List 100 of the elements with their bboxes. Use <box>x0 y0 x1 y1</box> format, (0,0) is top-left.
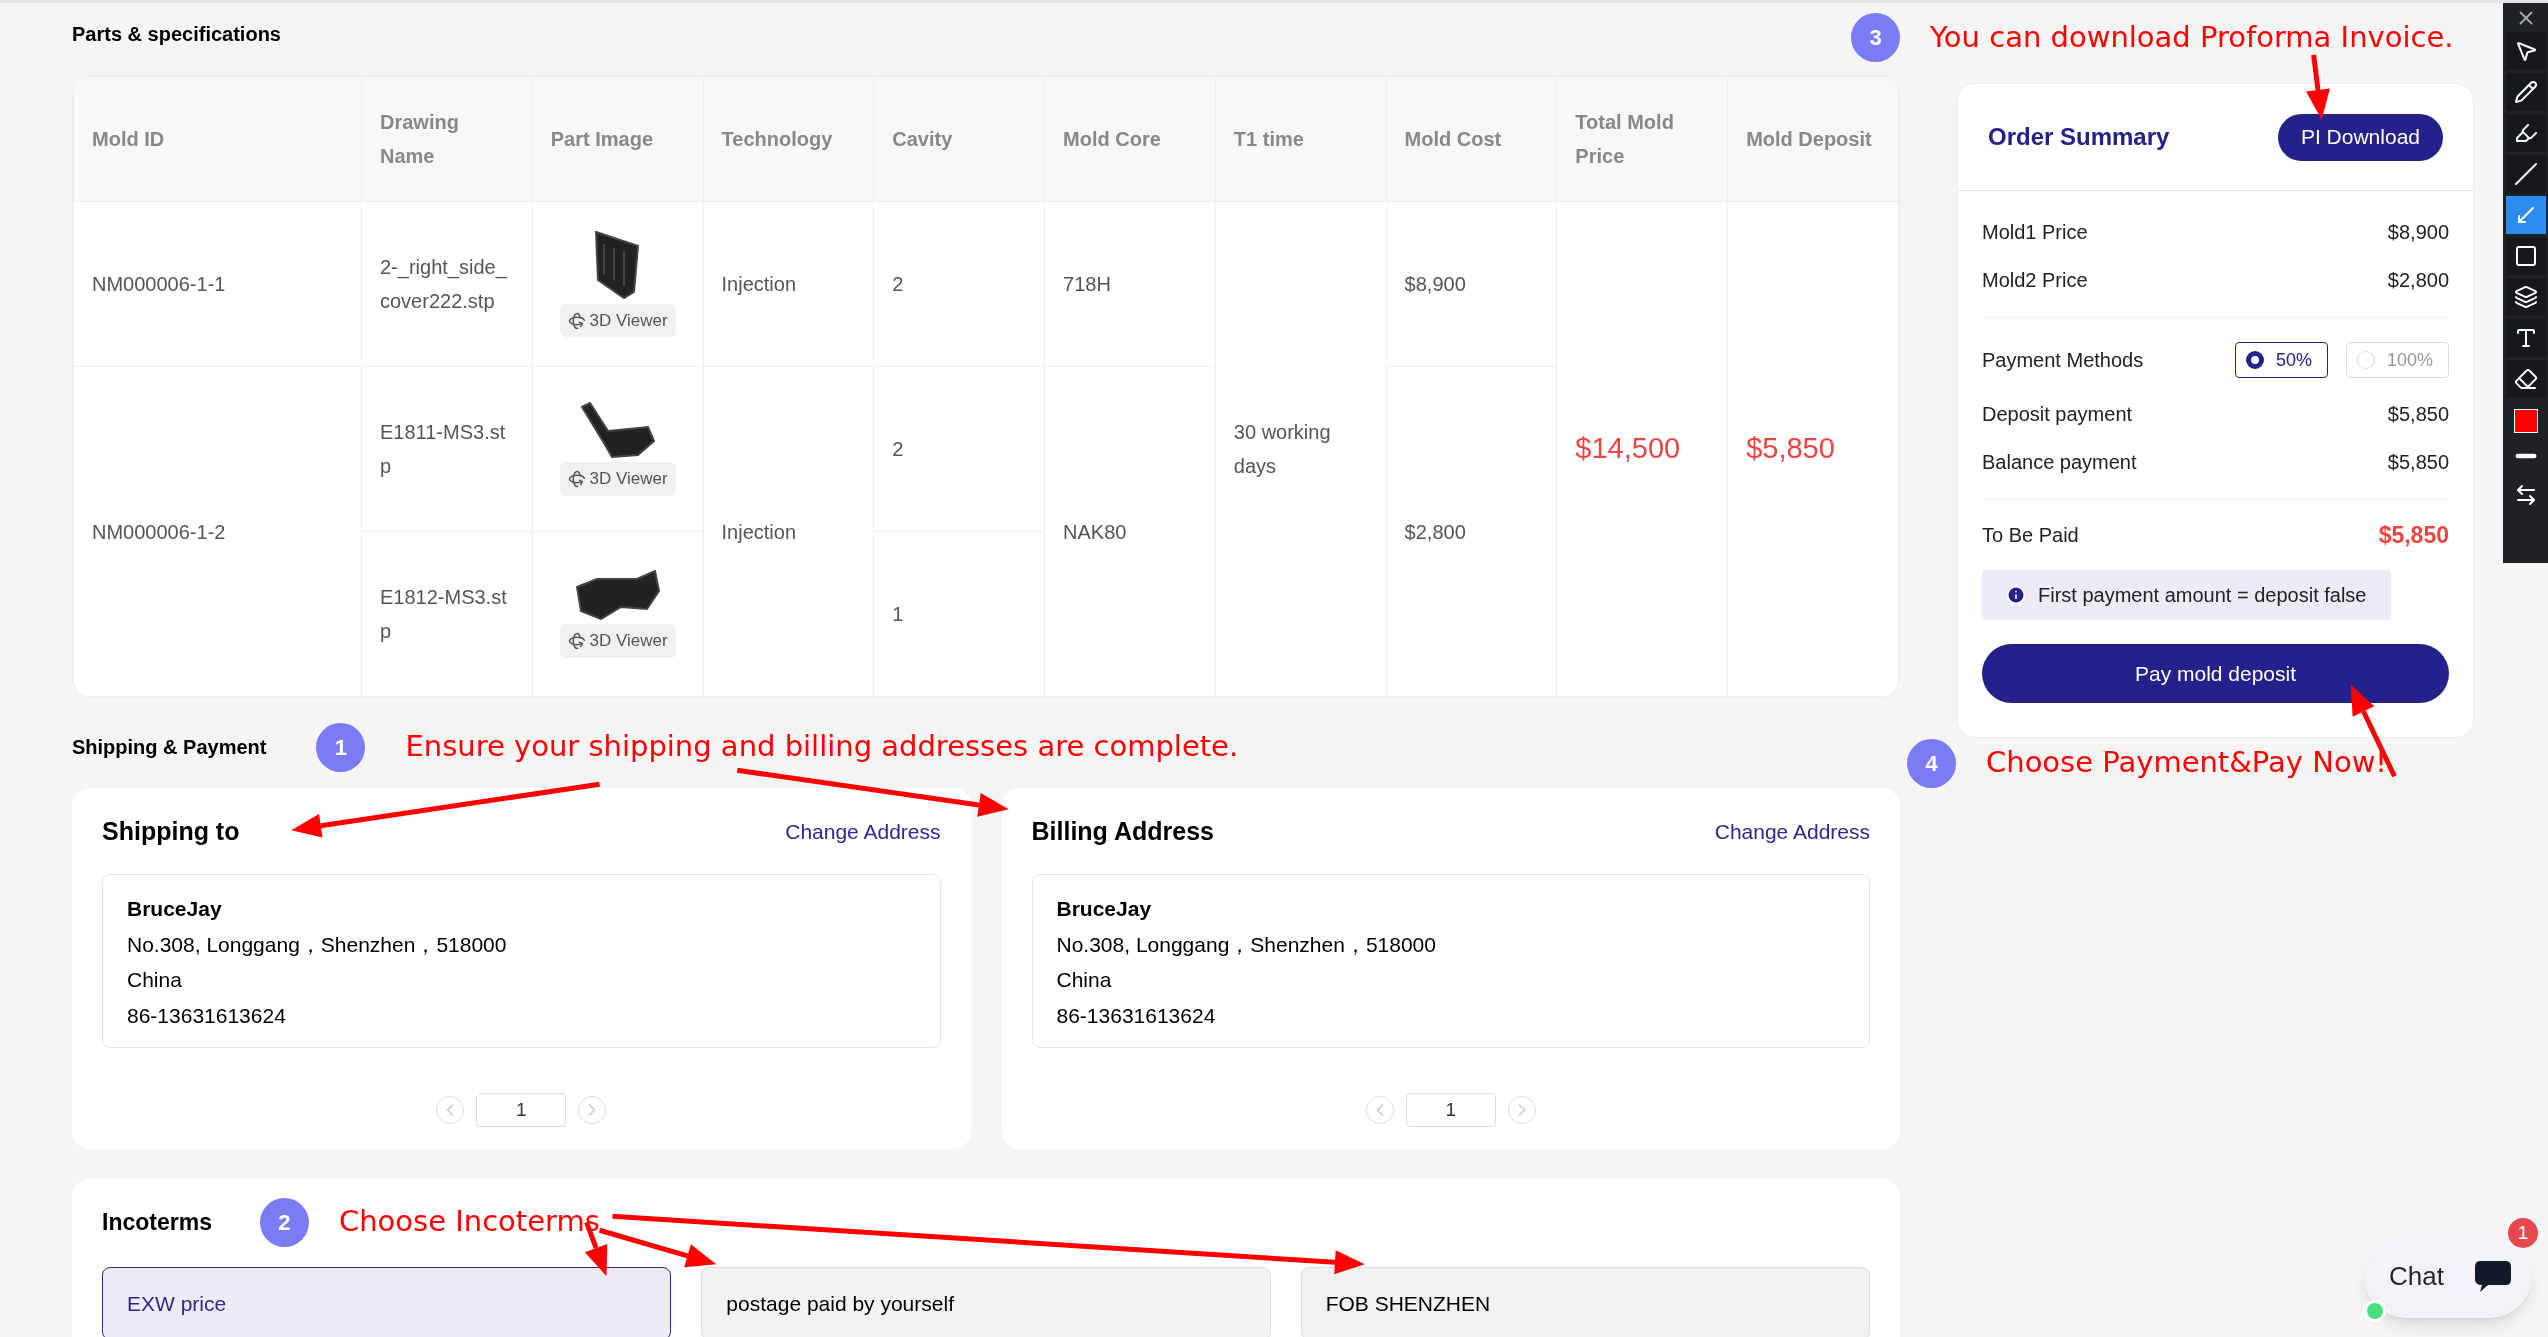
tool-button[interactable] <box>2505 196 2546 234</box>
3d-viewer-button[interactable]: 3D Viewer <box>559 303 676 338</box>
card-title: Billing Address <box>1031 816 1214 848</box>
rotate-3d-icon <box>567 632 586 650</box>
payment-value: $5,850 <box>2387 450 2449 475</box>
mold-cost: $2,800 <box>1404 520 1466 543</box>
address-line: 86-13631613624 <box>127 1002 287 1029</box>
incoterm-option[interactable]: EXW price <box>102 1267 672 1337</box>
arrow <box>2306 54 2330 120</box>
mold-id: NM000006-1-1 <box>92 273 226 295</box>
change-address-link[interactable]: Change Address <box>1714 816 1870 848</box>
tool-button[interactable] <box>2505 114 2546 152</box>
incoterm-option[interactable]: FOB SHENZHEN <box>1300 1267 1870 1337</box>
note-text: First payment amount = deposit false <box>2038 583 2367 608</box>
notification-badge: 1 <box>2508 1218 2538 1248</box>
column-header: Mold Core <box>1063 128 1161 150</box>
annotation-text: Choose Incoterms <box>338 1203 600 1241</box>
column-header: Part Image <box>550 128 654 150</box>
tool-button[interactable] <box>2505 237 2546 275</box>
card-title: Incoterms <box>102 1207 212 1237</box>
contact-name: BruceJay <box>127 896 223 922</box>
price-value: $2,800 <box>2387 268 2449 293</box>
tool-button[interactable] <box>2505 155 2546 193</box>
tool-button[interactable] <box>2505 319 2546 357</box>
price-value: $8,900 <box>2387 220 2449 245</box>
payment-methods-label: Payment Methods <box>1982 348 2144 373</box>
step-number-badge: 2 <box>259 1197 309 1247</box>
step-number-badge: 3 <box>1851 13 1900 62</box>
address-line: 86-13631613624 <box>1056 1002 1217 1029</box>
pencil-icon <box>2513 80 2538 104</box>
payment-label: Balance payment <box>1982 450 2137 475</box>
step-number-badge: 4 <box>1907 738 1956 788</box>
cavity: 2 <box>892 438 904 460</box>
cavity: 1 <box>892 603 904 625</box>
card-title: Shipping to <box>102 816 240 848</box>
marker-icon <box>2513 121 2538 145</box>
to-be-paid-value: $5,850 <box>2378 520 2449 550</box>
column-header: Technology <box>721 128 833 150</box>
technology: Injection <box>721 273 797 295</box>
stamp-icon <box>2513 285 2538 309</box>
payment-option[interactable]: 50% <box>2235 342 2328 378</box>
column-header: Mold ID <box>92 128 165 150</box>
technology: Injection <box>721 520 797 543</box>
column-header: Total Mold Price <box>1575 111 1674 167</box>
column-header: Cavity <box>892 128 953 150</box>
radio-icon <box>2246 351 2264 369</box>
drawing-name: E1812-MS3.stp <box>380 585 508 644</box>
line-icon <box>2513 162 2538 186</box>
rotate-3d-icon <box>567 311 586 330</box>
tool-button[interactable] <box>2505 73 2546 111</box>
tool-button[interactable] <box>2505 360 2546 398</box>
contact-name: BruceJay <box>1056 896 1153 922</box>
address-line: No.308, Longgang，Shenzhen，518000 <box>127 931 508 958</box>
to-be-paid-label: To Be Paid <box>1982 523 2079 548</box>
3d-viewer-button[interactable]: 3D Viewer <box>559 462 676 496</box>
mold-core: NAK80 <box>1063 520 1127 543</box>
mold-id: NM000006-1-2 <box>92 520 226 543</box>
page-number-field[interactable]: 1 <box>476 1093 567 1127</box>
column-header: Mold Deposit <box>1746 128 1872 150</box>
annotation-text: You can download Proforma Invoice. <box>1930 18 2454 56</box>
drawing-name: 2-_right_side_cover222.stp <box>380 255 508 314</box>
step-number-badge: 1 <box>316 722 366 772</box>
column-header: Drawing Name <box>380 111 459 167</box>
mold-deposit: $5,850 <box>1746 432 1835 465</box>
address-line: China <box>1056 967 1113 993</box>
price-label: Mold2 Price <box>1982 268 2088 293</box>
tool-button[interactable] <box>2505 278 2546 316</box>
eraser-icon <box>2513 367 2538 391</box>
pay-mold-deposit-button[interactable]: Pay mold deposit <box>1982 644 2449 703</box>
mold-cost: $8,900 <box>1404 273 1466 295</box>
annotation-text: Ensure your shipping and billing addresses are complete. <box>405 728 1239 766</box>
mold-core: 718H <box>1063 273 1111 295</box>
address-line: No.308, Longgang，Shenzhen，518000 <box>1056 931 1437 958</box>
3d-viewer-button[interactable]: 3D Viewer <box>559 624 676 658</box>
price-label: Mold1 Price <box>1982 220 2088 245</box>
annotation-text: Choose Payment&Pay Now! <box>1986 744 2387 782</box>
payment-value: $5,850 <box>2387 402 2449 427</box>
rectangle-icon <box>2513 244 2538 268</box>
speech-bubble-icon <box>2473 1259 2512 1293</box>
part-image <box>595 230 641 300</box>
rotate-3d-icon <box>567 470 586 488</box>
section-title: Parts & specifications <box>72 22 281 47</box>
cavity: 2 <box>892 273 904 295</box>
tool-button[interactable] <box>2505 32 2546 70</box>
total-mold-price: $14,500 <box>1575 432 1681 465</box>
payment-label: Deposit payment <box>1982 402 2133 427</box>
t1-time: 30 working days <box>1233 421 1331 477</box>
color-swatch[interactable] <box>2513 409 2538 433</box>
drawing-name: E1811-MS3.stp <box>380 420 507 479</box>
card-title: Order Summary <box>1988 122 2170 152</box>
section-title: Shipping & Payment <box>72 735 267 760</box>
address-line: China <box>127 967 183 993</box>
incoterm-option[interactable]: postage paid by yourself <box>701 1267 1271 1337</box>
page-number-field[interactable]: 1 <box>1405 1093 1496 1127</box>
column-header: Mold Cost <box>1404 128 1502 150</box>
change-address-link[interactable]: Change Address <box>785 816 941 848</box>
info-icon <box>2006 585 2026 605</box>
chat-label: Chat <box>2389 1259 2444 1293</box>
column-header: T1 time <box>1233 128 1304 150</box>
pi-download-button[interactable]: PI Download <box>2277 113 2443 161</box>
